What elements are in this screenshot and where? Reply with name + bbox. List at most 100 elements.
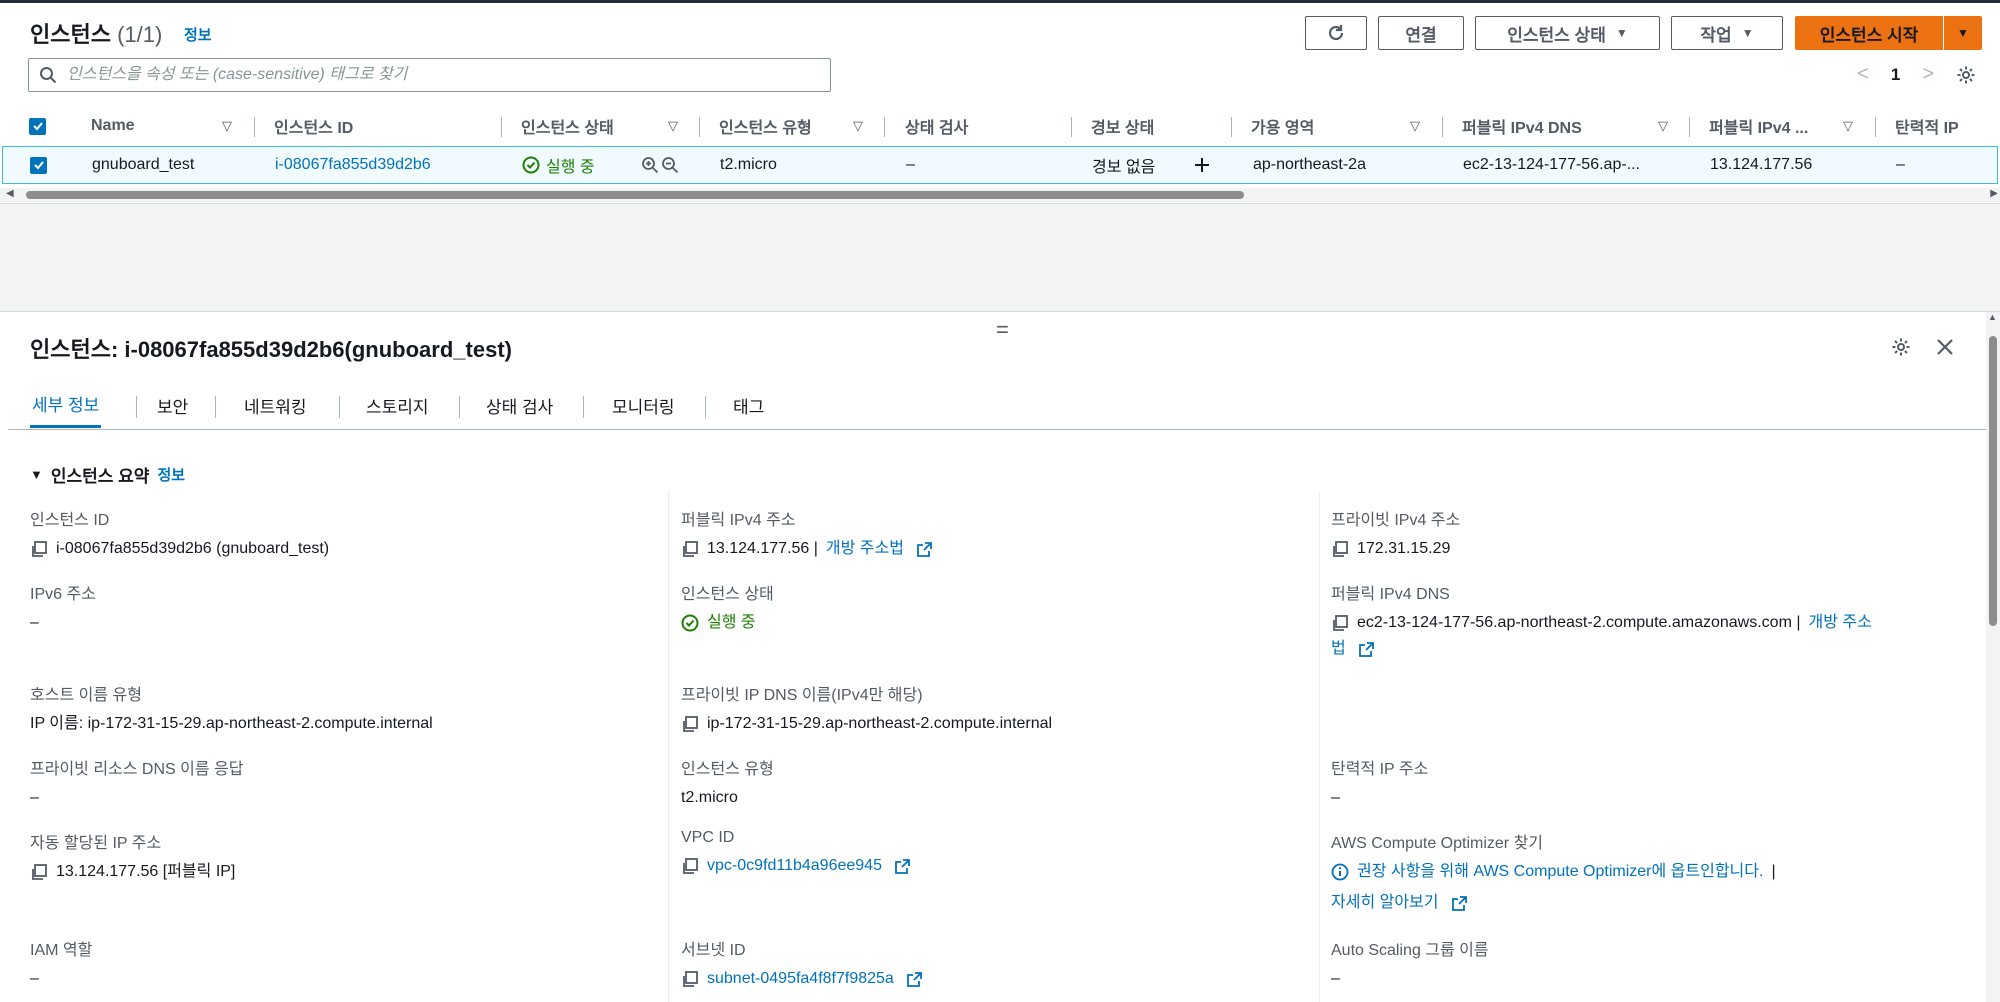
actions-button[interactable]: 작업 ▼ xyxy=(1671,16,1783,50)
open-address-link[interactable]: 개방 주소법 xyxy=(826,538,904,560)
tab-security[interactable]: 보안 xyxy=(157,382,188,428)
field-compute-optimizer: AWS Compute Optimizer 찾기 권장 사항을 위해 AWS C… xyxy=(1331,829,1776,914)
gear-icon[interactable] xyxy=(1956,65,1976,85)
section-instance-summary[interactable]: ▼ 인스턴스 요약 정보 xyxy=(30,462,185,487)
row-checkbox[interactable] xyxy=(30,147,47,183)
tab-storage[interactable]: 스토리지 xyxy=(366,382,429,428)
cell-availability-zone: ap-northeast-2a xyxy=(1253,156,1366,173)
next-page-icon[interactable]: > xyxy=(1922,63,1934,86)
sort-icon[interactable]: ▽ xyxy=(1410,109,1420,143)
field-iam-role: IAM 역할 – xyxy=(30,942,93,987)
caret-down-icon: ▼ xyxy=(30,467,43,482)
sort-icon[interactable]: ▽ xyxy=(1658,109,1668,143)
open-address-link[interactable]: 개방 주소 xyxy=(1809,612,1872,634)
scrollbar-thumb[interactable] xyxy=(1989,336,1997,626)
prev-page-icon[interactable]: < xyxy=(1857,63,1869,86)
scroll-left-icon[interactable]: ◀ xyxy=(6,188,14,199)
table-header: Name ▽ 인스턴스 ID 인스턴스 상태 ▽ 인스턴스 유형 ▽ 상태 검사… xyxy=(0,109,2000,143)
caret-down-icon: ▼ xyxy=(1615,26,1628,40)
column-header-elastic-ip[interactable]: 탄력적 IP xyxy=(1895,109,1959,143)
field-auto-scaling-group: Auto Scaling 그룹 이름 – xyxy=(1331,942,1489,987)
tab-details[interactable]: 세부 정보 xyxy=(30,382,102,428)
scroll-right-icon[interactable]: ▶ xyxy=(1990,188,1998,199)
scrollbar-thumb[interactable] xyxy=(26,191,1244,199)
split-background xyxy=(0,203,2000,311)
vertical-scrollbar[interactable]: ▲ xyxy=(1986,312,2000,1002)
resize-handle[interactable]: = xyxy=(996,317,1009,343)
subnet-link[interactable]: subnet-0495fa4f8f7f9825a xyxy=(707,968,894,990)
column-header-instance-type[interactable]: 인스턴스 유형 xyxy=(719,109,812,143)
launch-instance-dropdown[interactable]: ▼ xyxy=(1944,16,1982,50)
sort-icon[interactable]: ▽ xyxy=(668,109,678,143)
copy-icon[interactable] xyxy=(681,715,699,733)
copy-icon[interactable] xyxy=(681,540,699,558)
column-header-public-dns[interactable]: 퍼블릭 IPv4 DNS xyxy=(1462,109,1582,143)
check-circle-icon xyxy=(681,614,699,632)
column-header-name[interactable]: Name xyxy=(91,109,135,143)
external-link-icon[interactable] xyxy=(916,541,933,558)
add-alarm-icon[interactable] xyxy=(1193,147,1211,183)
tab-monitoring[interactable]: 모니터링 xyxy=(612,382,675,428)
field-public-ipv4: 퍼블릭 IPv4 주소 13.124.177.56 | 개방 주소법 xyxy=(681,506,933,560)
section-info-link[interactable]: 정보 xyxy=(157,464,185,485)
sort-icon[interactable]: ▽ xyxy=(853,109,863,143)
search-box[interactable] xyxy=(28,58,831,92)
info-link[interactable]: 정보 xyxy=(184,24,212,45)
tab-networking[interactable]: 네트워킹 xyxy=(244,382,307,428)
field-instance-type: 인스턴스 유형 t2.micro xyxy=(681,761,774,806)
column-header-instance-state[interactable]: 인스턴스 상태 xyxy=(521,109,614,143)
external-link-icon[interactable] xyxy=(1451,895,1468,912)
column-header-instance-id[interactable]: 인스턴스 ID xyxy=(274,109,353,143)
column-header-public-ip[interactable]: 퍼블릭 IPv4 ... xyxy=(1709,109,1808,143)
instance-state-button[interactable]: 인스턴스 상태 ▼ xyxy=(1475,16,1660,50)
refresh-button[interactable] xyxy=(1305,16,1367,50)
tab-status-checks[interactable]: 상태 검사 xyxy=(486,382,553,428)
copy-icon[interactable] xyxy=(1331,614,1349,632)
copy-icon[interactable] xyxy=(30,540,48,558)
field-hostname-type: 호스트 이름 유형 IP 이름: ip-172-31-15-29.ap-nort… xyxy=(30,687,433,732)
close-button[interactable] xyxy=(1932,334,1958,360)
external-link-icon[interactable] xyxy=(906,971,923,988)
scroll-up-icon[interactable]: ▲ xyxy=(1988,312,1997,322)
current-page[interactable]: 1 xyxy=(1891,65,1900,85)
search-icon xyxy=(40,67,57,84)
check-circle-icon xyxy=(522,156,540,174)
external-link-icon[interactable] xyxy=(1358,641,1375,658)
field-subnet-id: 서브넷 ID subnet-0495fa4f8f7f9825a xyxy=(681,936,923,990)
copy-icon[interactable] xyxy=(681,857,699,875)
field-instance-state: 인스턴스 상태 실행 중 xyxy=(681,586,774,632)
external-link-icon[interactable] xyxy=(894,858,911,875)
open-address-link-cont[interactable]: 법 xyxy=(1331,638,1346,660)
cell-alarm-status: 경보 없음 xyxy=(1092,159,1156,176)
instances-count: (1/1) xyxy=(117,22,163,47)
sort-icon[interactable]: ▽ xyxy=(222,109,232,143)
field-auto-ip: 자동 할당된 IP 주소 13.124.177.56 [퍼블릭 IP] xyxy=(30,835,236,881)
copy-icon[interactable] xyxy=(1331,540,1349,558)
select-all-checkbox[interactable] xyxy=(29,109,46,143)
launch-instance-button[interactable]: 인스턴스 시작 xyxy=(1795,16,1943,50)
search-input[interactable] xyxy=(67,66,807,84)
zoom-out-icon[interactable] xyxy=(661,156,679,174)
column-header-status-check[interactable]: 상태 검사 xyxy=(905,109,968,143)
info-icon xyxy=(1331,863,1349,881)
horizontal-scrollbar[interactable]: ◀ ▶ xyxy=(0,188,2000,202)
field-private-ipv4: 프라이빗 IPv4 주소 172.31.15.29 xyxy=(1331,512,1461,558)
tab-tags[interactable]: 태그 xyxy=(733,382,764,428)
learn-more-link[interactable]: 자세히 알아보기 xyxy=(1331,892,1439,914)
settings-button[interactable] xyxy=(1888,334,1914,360)
connect-button[interactable]: 연결 xyxy=(1378,16,1464,50)
zoom-in-icon[interactable] xyxy=(641,156,659,174)
cell-instance-state: 실행 중 xyxy=(522,147,595,183)
copy-icon[interactable] xyxy=(30,863,48,881)
cell-instance-id-link[interactable]: i-08067fa855d39d2b6 xyxy=(275,147,431,183)
close-icon xyxy=(1937,339,1953,355)
table-row[interactable]: gnuboard_test i-08067fa855d39d2b6 실행 중 t… xyxy=(2,146,1998,184)
refresh-icon xyxy=(1328,25,1344,41)
vpc-link[interactable]: vpc-0c9fd11b4a96ee945 xyxy=(707,855,882,877)
cell-instance-type: t2.micro xyxy=(720,156,777,173)
column-header-availability-zone[interactable]: 가용 영역 xyxy=(1251,109,1314,143)
copy-icon[interactable] xyxy=(681,970,699,988)
sort-icon[interactable]: ▽ xyxy=(1843,109,1853,143)
column-header-alarm-status[interactable]: 경보 상태 xyxy=(1091,109,1154,143)
optimizer-opt-in-link[interactable]: 권장 사항을 위해 AWS Compute Optimizer에 옵트인합니다. xyxy=(1357,861,1763,883)
